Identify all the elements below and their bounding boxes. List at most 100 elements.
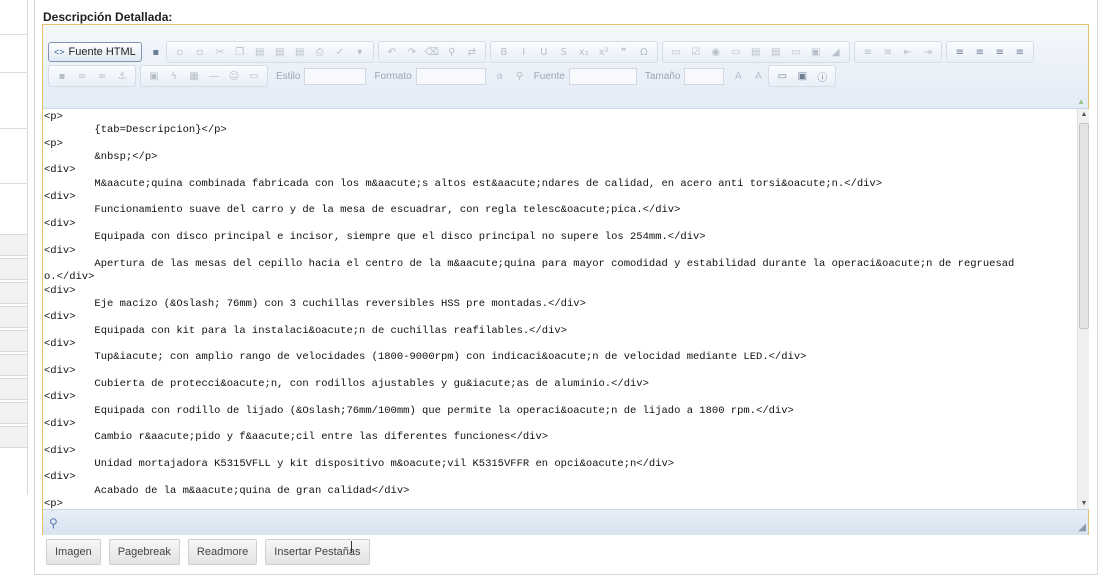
style-select[interactable] [304,67,367,85]
select-icon[interactable]: ▤ [767,43,785,61]
format-select[interactable] [415,67,486,85]
sidebar-tab[interactable] [0,378,28,400]
indent-icon[interactable]: ⇥ [919,43,937,61]
bullet-list-icon[interactable]: ≡ [879,43,897,61]
scroll-down-icon[interactable]: ▼ [1078,500,1090,507]
maximize-icon[interactable]: ▭ [773,67,791,85]
sidebar-tab[interactable] [0,402,28,424]
underline-icon[interactable]: U [535,43,553,61]
code-line: <div> [44,364,76,377]
link-icon[interactable]: ∞ [73,67,91,85]
textarea-icon[interactable]: ▤ [747,43,765,61]
eraser-icon[interactable]: ⌫ [423,43,441,61]
copy-icon[interactable]: ❐ [231,43,249,61]
font-combo[interactable]: Fuente [530,66,637,86]
anchor-icon[interactable]: ⚓ [113,67,131,85]
preview-icon[interactable]: ▫ [191,43,209,61]
code-line: Tup&iacute; con amplio rango de velocida… [44,351,807,364]
scroll-up-icon[interactable]: ▲ [1078,111,1090,118]
cut-icon[interactable]: ✂ [211,43,229,61]
resize-grip-icon[interactable]: ◢ [1078,522,1086,533]
form-group: ▭ ☑ ◉ ▭ ▤ ▤ ▭ ▣ ◢ [661,41,850,63]
rich-text-editor: <> Fuente HTML ▪ ▫ ▫ ✂ ❐ ▤ ▤ ▤ ⎙ ✓ ▾ ↶ ↷… [42,24,1089,535]
code-line: <div> [44,418,76,431]
style-combo[interactable]: Estilo [272,66,367,86]
form-icon[interactable]: ▭ [667,43,685,61]
paste-icon[interactable]: ▤ [251,43,269,61]
sidebar-tab[interactable] [0,258,28,280]
replace-icon[interactable]: ⇄ [463,43,481,61]
sidebar-divider [0,72,28,73]
spellcheck-dropdown-icon[interactable]: ▾ [351,43,369,61]
sidebar-tab[interactable] [0,354,28,376]
image-button[interactable]: Imagen [46,539,101,565]
pagebreak-button[interactable]: Pagebreak [108,539,180,565]
image-button-icon[interactable]: ▣ [807,43,825,61]
smiley-icon[interactable]: ☺ [225,67,243,85]
format-combo[interactable]: Formato [370,66,486,86]
readmore-button[interactable]: Readmore [187,539,258,565]
bg-color-icon[interactable]: A [749,67,767,85]
sidebar-tab[interactable] [0,306,28,328]
show-blocks-icon[interactable]: ▣ [793,67,811,85]
sidebar-tab[interactable] [0,330,28,352]
source-html-label: Fuente HTML [68,46,136,58]
checkbox-icon[interactable]: ☑ [687,43,705,61]
about-icon[interactable]: ⓘ [813,67,831,85]
unlink-icon[interactable]: ∞ [93,67,111,85]
font-select[interactable] [568,67,637,85]
size-combo[interactable]: Tamaño [641,66,725,86]
paste-word-icon[interactable]: ▤ [291,43,309,61]
save-icon[interactable]: ▪ [147,43,165,61]
outdent-icon[interactable]: ⇤ [899,43,917,61]
sidebar-tab[interactable] [0,234,28,256]
textfield-icon[interactable]: ▭ [727,43,745,61]
italic-icon[interactable]: I [515,43,533,61]
zoom-find-icon[interactable]: ⚲ [511,67,529,85]
redo-icon[interactable]: ↷ [403,43,421,61]
undo-icon[interactable]: ↶ [383,43,401,61]
spellcheck-icon[interactable]: ✓ [331,43,349,61]
editor-scrollbar[interactable]: ▲ ▼ [1077,109,1089,509]
align-center-icon[interactable]: ≡ [971,43,989,61]
size-select[interactable] [684,67,725,85]
hidden-field-icon[interactable]: ◢ [827,43,845,61]
sidebar-tab[interactable] [0,426,28,448]
lock-icon[interactable]: ▪ [53,67,71,85]
sidebar-tab[interactable] [0,282,28,304]
code-line: <div> [44,244,76,257]
page-break-icon[interactable]: ▭ [245,67,263,85]
align-left-icon[interactable]: ≡ [951,43,969,61]
insert-group: ▣ ϟ ▦ ― ☺ ▭ [140,65,268,87]
insert-tabs-button[interactable]: Insertar Pestañas [265,539,370,565]
strike-icon[interactable]: S [555,43,573,61]
collapse-toolbar-icon[interactable]: ▲ [1077,97,1085,106]
table-icon[interactable]: ▦ [185,67,203,85]
special-char-icon[interactable]: Ω [635,43,653,61]
paste-text-icon[interactable]: ▤ [271,43,289,61]
text-color-icon[interactable]: A [729,67,747,85]
subscript-icon[interactable]: x₂ [575,43,593,61]
editor-source-area[interactable]: <p> {tab=Descripcion}</p> <p> &nbsp;</p> <… [43,109,1077,509]
flash-icon[interactable]: ϟ [165,67,183,85]
font-label: Fuente [533,70,565,82]
bold-icon[interactable]: B [495,43,513,61]
new-page-icon[interactable]: ▫ [171,43,189,61]
code-line: Acabado de la m&aacute;quina de gran cal… [44,484,410,497]
align-right-icon[interactable]: ≡ [991,43,1009,61]
print-icon[interactable]: ⎙ [311,43,329,61]
magnifier-icon[interactable]: ⚲ [49,516,58,530]
button-icon[interactable]: ▭ [787,43,805,61]
numbered-list-icon[interactable]: ≡ [859,43,877,61]
superscript-icon[interactable]: x² [595,43,613,61]
source-html-button[interactable]: <> Fuente HTML [48,42,142,62]
radio-icon[interactable]: ◉ [707,43,725,61]
code-line: <p> [44,137,63,150]
image-icon[interactable]: ▣ [145,67,163,85]
remove-format-icon[interactable]: a [491,67,509,85]
find-icon[interactable]: ⚲ [443,43,461,61]
scroll-thumb[interactable] [1079,123,1089,329]
align-justify-icon[interactable]: ≡ [1011,43,1029,61]
blockquote-icon[interactable]: ❞ [615,43,633,61]
hr-icon[interactable]: ― [205,67,223,85]
